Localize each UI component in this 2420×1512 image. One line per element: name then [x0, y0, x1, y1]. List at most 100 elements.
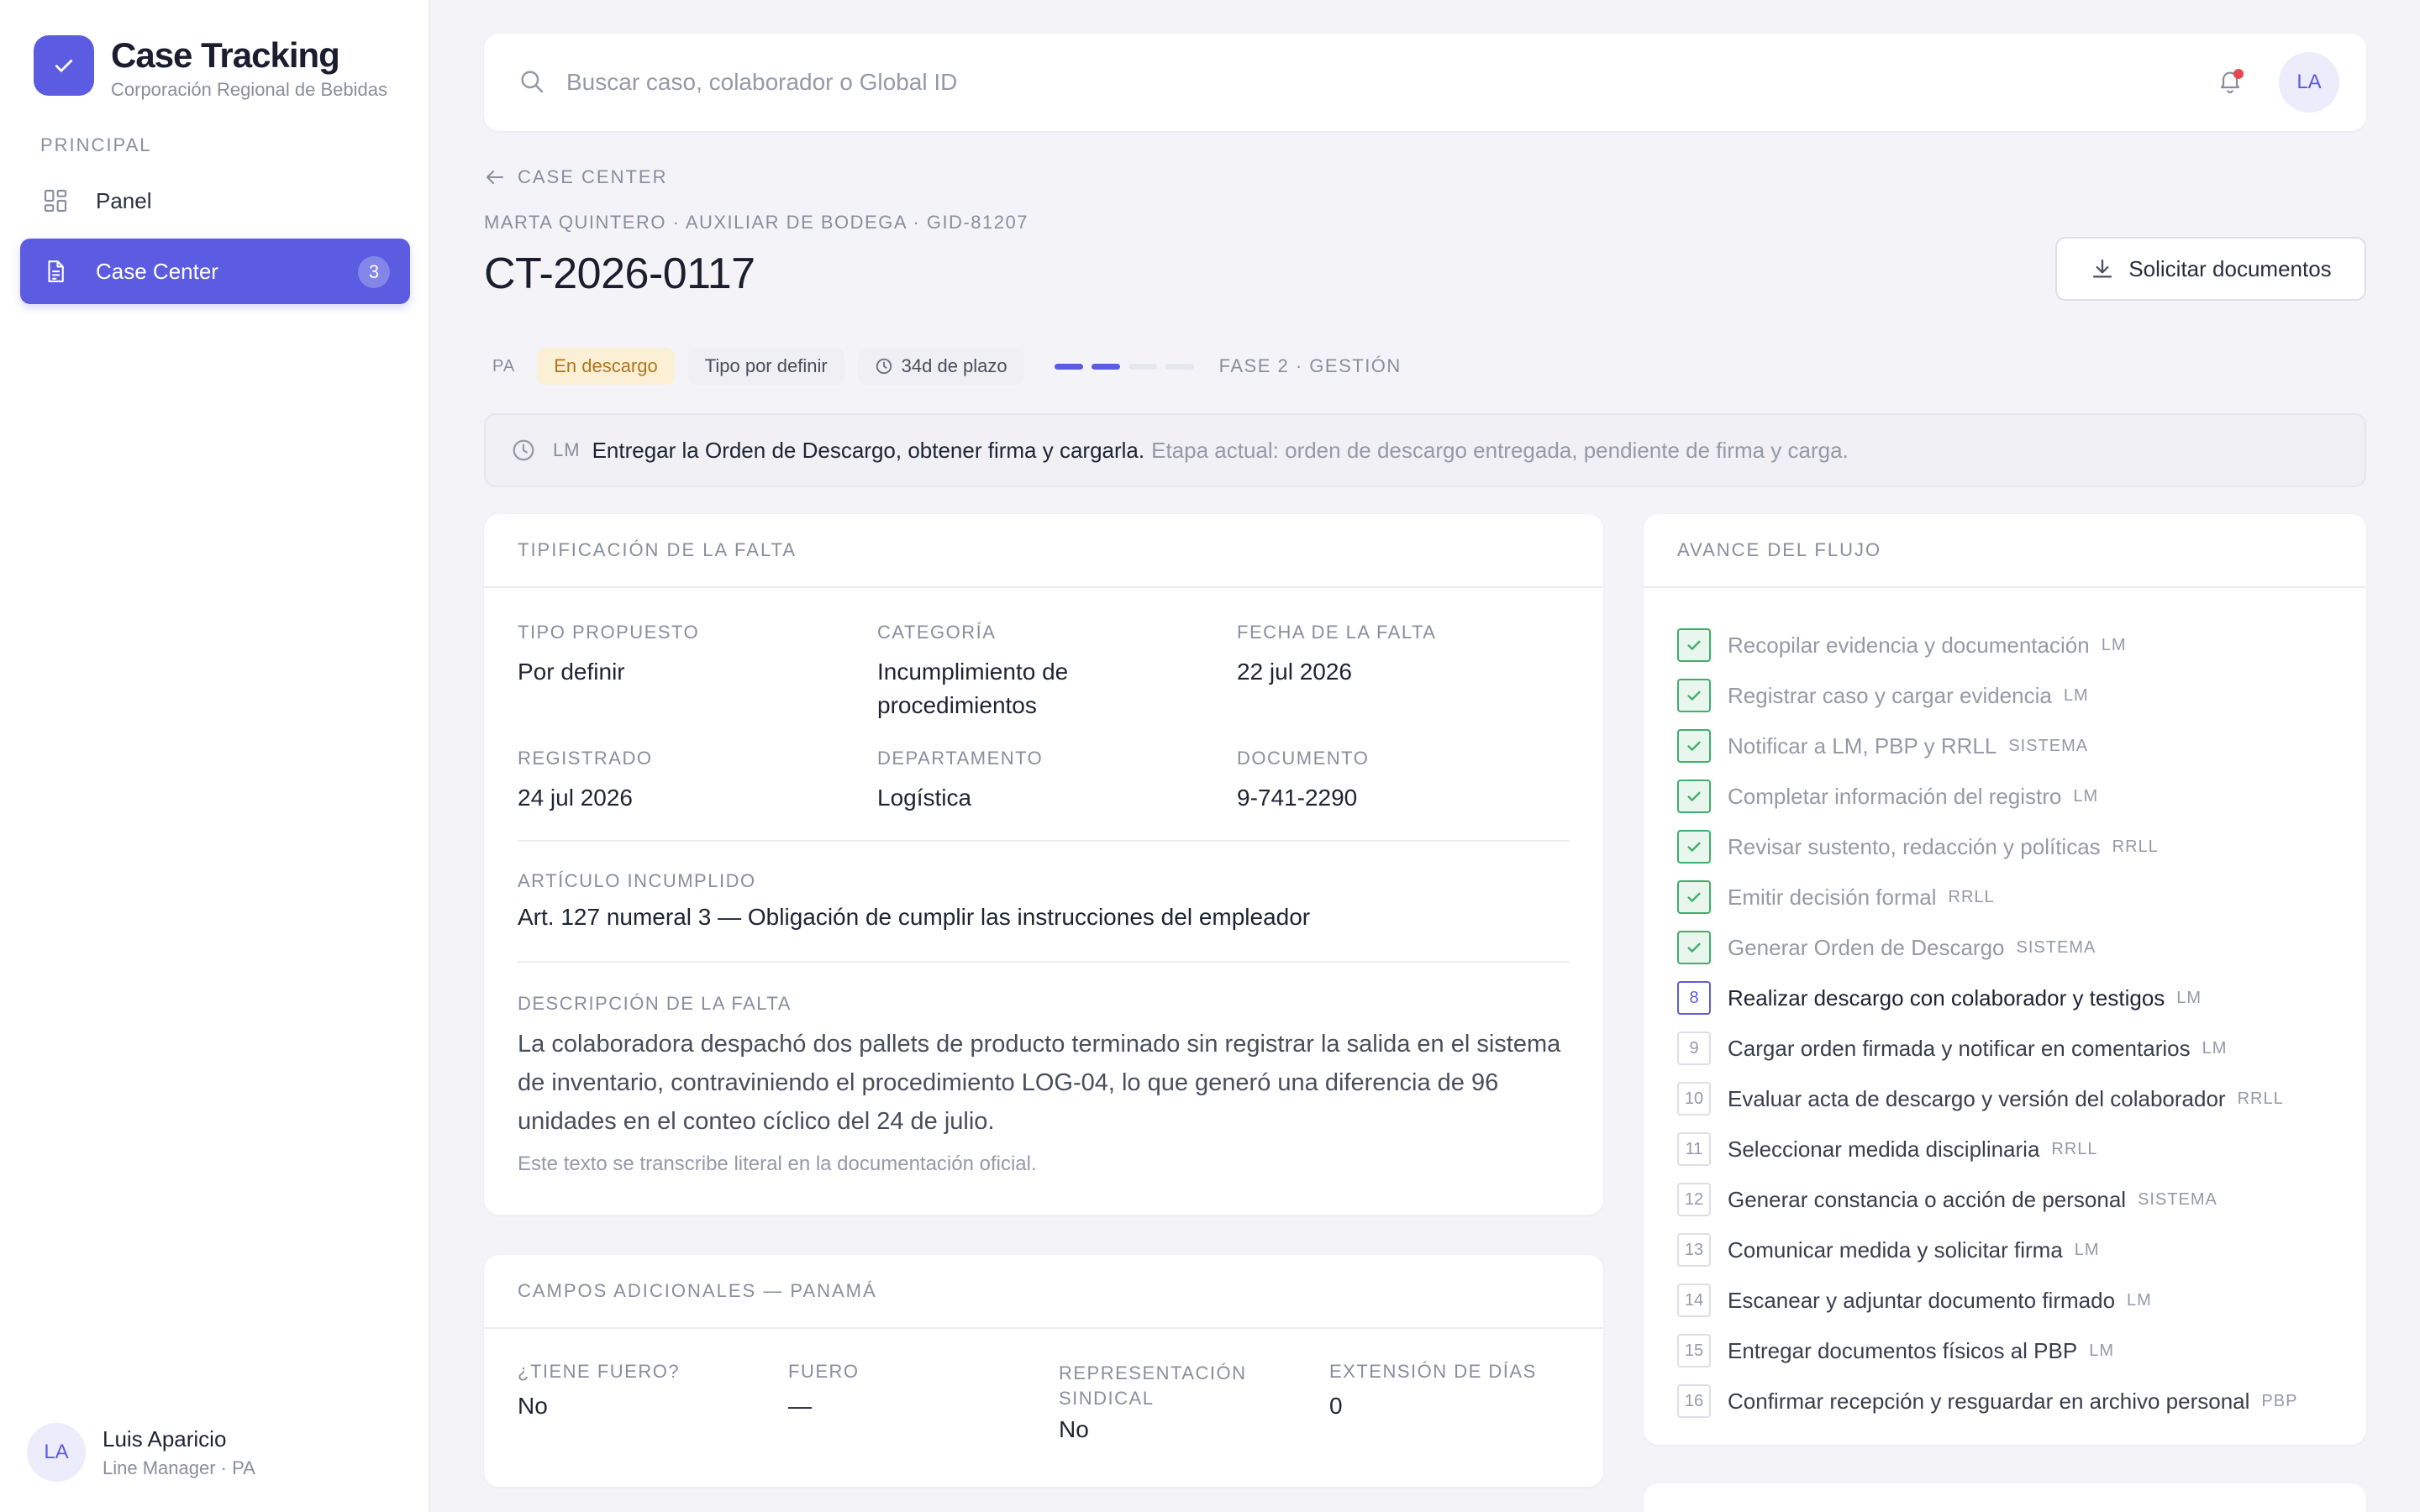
grid-icon: [40, 186, 71, 216]
banner-task: Entregar la Orden de Descargo, obtener f…: [592, 437, 1145, 463]
step-label: Cargar orden firmada y notificar en come…: [1728, 1035, 2191, 1061]
check-icon: [1677, 880, 1711, 914]
step-label: Escanear y adjuntar documento firmado: [1728, 1287, 2116, 1313]
flow-step[interactable]: 12 Generar constancia o acción de persona…: [1677, 1174, 2349, 1225]
flow-step[interactable]: Revisar sustento, redacción y políticas R…: [1677, 822, 2349, 872]
avance-flujo-card: AVANCE DEL FLUJO Recopilar evidencia y d…: [1644, 514, 2366, 1445]
deadline-label: 34d de plazo: [901, 355, 1007, 376]
step-number: 8: [1677, 981, 1711, 1015]
step-role: RRLL: [1948, 887, 1995, 906]
step-role: RRLL: [2051, 1139, 2098, 1158]
flow-step[interactable]: 8 Realizar descargo con colaborador y tes…: [1677, 973, 2349, 1023]
user-profile[interactable]: LA Luis Aparicio Line Manager · PA: [27, 1423, 255, 1482]
field-categoria: CATEGORÍA Incumplimiento de procedimient…: [877, 622, 1163, 722]
user-name: Luis Aparicio: [103, 1425, 227, 1452]
flow-step[interactable]: Generar Orden de Descargo SISTEMA: [1677, 922, 2349, 973]
step-role: LM: [2127, 1290, 2152, 1310]
step-role: RRLL: [2112, 837, 2159, 856]
step-role: LM: [2101, 635, 2127, 654]
next-card: [1644, 1483, 2366, 1512]
field-representacion-sindical: REPRESENTACIÓN SINDICAL No: [1059, 1361, 1302, 1446]
step-label: Recopilar evidencia y documentación: [1728, 632, 2090, 658]
flow-step[interactable]: 14 Escanear y adjuntar documento firmado L…: [1677, 1275, 2349, 1326]
flow-step[interactable]: 15 Entregar documentos físicos al PBP LM: [1677, 1326, 2349, 1376]
avatar[interactable]: LA: [2279, 52, 2339, 113]
sidebar-item-panel[interactable]: Panel: [20, 168, 410, 234]
nav-section-label: PRINCIPAL: [40, 134, 152, 155]
step-role: PBP: [2261, 1391, 2298, 1410]
check-icon: [1677, 628, 1711, 662]
step-label: Realizar descargo con colaborador y test…: [1728, 984, 2165, 1011]
user-role: Line Manager · PA: [103, 1457, 255, 1478]
search-input[interactable]: [566, 57, 1743, 108]
flow-step[interactable]: 10 Evaluar acta de descargo y versión del…: [1677, 1074, 2349, 1124]
step-role: SISTEMA: [2138, 1189, 2217, 1209]
flow-step[interactable]: Completar información del registro LM: [1677, 771, 2349, 822]
check-icon: [1677, 780, 1711, 813]
step-role: LM: [2202, 1038, 2228, 1058]
arrow-left-icon: [487, 171, 503, 184]
country-chip: PA: [492, 356, 516, 375]
step-number: 10: [1677, 1082, 1711, 1116]
employee-meta: MARTA QUINTERO · AUXILIAR DE BODEGA · GI…: [484, 212, 1028, 233]
field-value: No: [1059, 1416, 1089, 1442]
card-title: TIPIFICACIÓN DE LA FALTA: [484, 514, 1603, 588]
step-number: 14: [1677, 1284, 1711, 1317]
field-value: Por definir: [518, 659, 625, 685]
step-label: Confirmar recepción y resguardar en arch…: [1728, 1388, 2250, 1414]
step-role: LM: [2176, 988, 2202, 1007]
field-value: Art. 127 numeral 3 — Obligación de cumpl…: [518, 904, 1311, 930]
field-label: TIPO PROPUESTO: [518, 622, 700, 643]
field-descripcion-label: DESCRIPCIÓN DE LA FALTA: [518, 993, 792, 1015]
flow-step[interactable]: Emitir decisión formal RRLL: [1677, 872, 2349, 922]
status-badge: En descargo: [537, 348, 675, 385]
step-role: LM: [2073, 786, 2099, 806]
notification-dot: [2233, 69, 2244, 79]
field-label: REPRESENTACIÓN SINDICAL: [1059, 1362, 1247, 1409]
sidebar-item-label: Case Center: [96, 258, 218, 284]
current-task-banner: LM Entregar la Orden de Descargo, obtene…: [484, 413, 2366, 487]
field-value: 0: [1329, 1393, 1343, 1419]
card-title: CAMPOS ADICIONALES — PANAMÁ: [484, 1255, 1603, 1329]
phase-progress: [1054, 363, 1202, 370]
flow-step[interactable]: 16 Confirmar recepción y resguardar en ar…: [1677, 1376, 2349, 1426]
back-link[interactable]: CASE CENTER: [484, 166, 667, 188]
progress-segment: [1091, 363, 1120, 370]
avatar: LA: [27, 1423, 86, 1482]
field-registrado: REGISTRADO 24 jul 2026: [518, 748, 854, 815]
flow-step[interactable]: 9 Cargar orden firmada y notificar en com…: [1677, 1023, 2349, 1074]
step-label: Seleccionar medida disciplinaria: [1728, 1136, 2040, 1162]
flow-step[interactable]: 11 Seleccionar medida disciplinaria RRLL: [1677, 1124, 2349, 1174]
request-documents-button[interactable]: Solicitar documentos: [2055, 237, 2366, 301]
field-extension-dias: EXTENSIÓN DE DÍAS 0: [1329, 1361, 1573, 1423]
type-chip: Tipo por definir: [687, 348, 844, 385]
check-icon: [1677, 679, 1711, 712]
description-note: Este texto se transcribe literal en la d…: [518, 1152, 1037, 1175]
field-fuero: FUERO —: [788, 1361, 1032, 1423]
flow-step[interactable]: Notificar a LM, PBP y RRLL SISTEMA: [1677, 721, 2349, 771]
download-icon: [2093, 259, 2112, 278]
app-title: Case Tracking: [111, 35, 340, 75]
step-number: 9: [1677, 1032, 1711, 1065]
step-label: Emitir decisión formal: [1728, 884, 1937, 910]
field-label: ARTÍCULO INCUMPLIDO: [518, 870, 756, 891]
step-number: 12: [1677, 1183, 1711, 1216]
field-fecha-falta: FECHA DE LA FALTA 22 jul 2026: [1237, 622, 1573, 689]
step-label: Completar información del registro: [1728, 783, 2062, 809]
field-label: ¿TIENE FUERO?: [518, 1361, 681, 1382]
notifications-button[interactable]: [2212, 64, 2249, 101]
check-icon: [1677, 729, 1711, 763]
flow-step[interactable]: Registrar caso y cargar evidencia LM: [1677, 670, 2349, 721]
field-departamento: DEPARTAMENTO Logística: [877, 748, 1213, 815]
step-label: Revisar sustento, redacción y políticas: [1728, 833, 2101, 859]
step-label: Evaluar acta de descargo y versión del c…: [1728, 1085, 2226, 1111]
divider: [518, 961, 1570, 963]
step-role: SISTEMA: [2016, 937, 2096, 957]
field-label: EXTENSIÓN DE DÍAS: [1329, 1361, 1537, 1382]
count-badge: 3: [358, 256, 390, 288]
field-value: —: [788, 1393, 812, 1419]
flow-step[interactable]: 13 Comunicar medida y solicitar firma LM: [1677, 1225, 2349, 1275]
sidebar-item-case-center[interactable]: Case Center 3: [20, 239, 410, 304]
flow-step[interactable]: Recopilar evidencia y documentación LM: [1677, 620, 2349, 670]
campos-adicionales-card: CAMPOS ADICIONALES — PANAMÁ ¿TIENE FUERO…: [484, 1255, 1603, 1487]
